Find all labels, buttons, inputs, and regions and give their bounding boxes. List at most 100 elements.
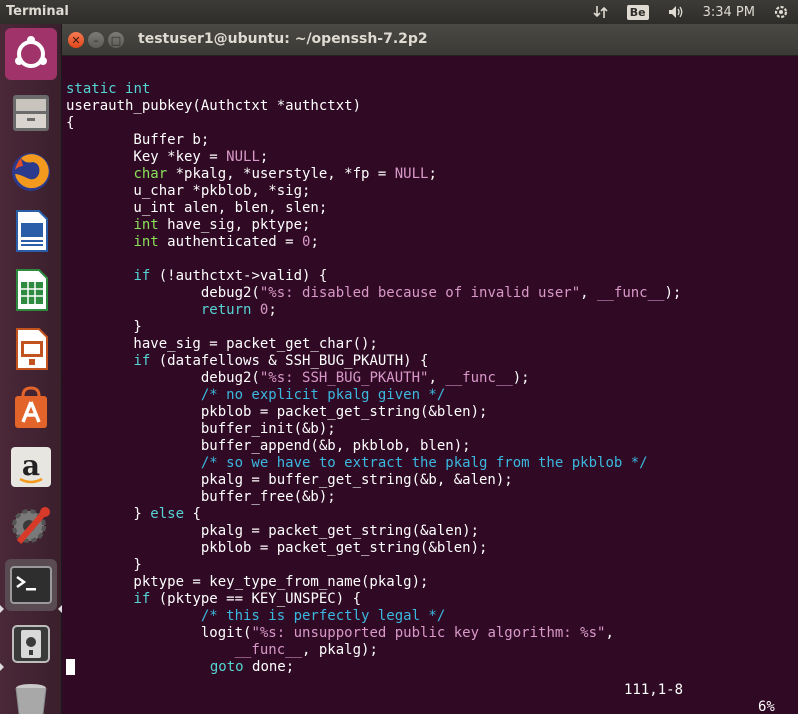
close-button[interactable]: ✕ [68,32,84,48]
code-token: debug2( [66,370,260,386]
code-token: buffer_append(&b, pkblob, blen); [66,438,471,454]
code-token: NULL [226,149,260,165]
code-token: } [66,506,151,522]
code-token: ; [428,166,437,182]
code-line: debug2("%s: disabled because of invalid … [66,285,794,302]
firefox-icon[interactable] [5,146,57,198]
code-line: __func__, pkalg); [66,642,794,659]
code-line: } [66,557,794,574]
code-line: { [66,115,794,132]
keyboard-layout-indicator[interactable]: Be [626,4,649,20]
window-title: testuser1@ubuntu: ~/openssh-7.2p2 [138,31,428,47]
code-line: pkblob = packet_get_string(&blen); [66,404,794,421]
code-line: char *pkalg, *userstyle, *fp = NULL; [66,166,794,183]
code-token: pkalg = buffer_get_string(&b, &alen); [66,472,513,488]
code-token: pkalg = packet_get_string(&alen); [66,523,480,539]
code-token: , [580,285,598,301]
svg-text:a: a [22,449,40,482]
code-line: pkblob = packet_get_string(&blen); [66,540,794,557]
clock[interactable]: 3:34 PM [703,5,755,20]
code-token: ; [310,234,319,250]
code-line: if (pktype == KEY_UNSPEC) { [66,591,794,608]
code-line: if (datafellows & SSH_BUG_PKAUTH) { [66,353,794,370]
code-token: pktype = key_type_from_name(pkalg); [66,574,429,590]
code-token: debug2( [66,285,260,301]
disk-icon[interactable] [5,618,57,670]
code-token: , pkalg); [302,642,378,658]
code-token: Buffer b; [66,132,210,148]
code-token: NULL [394,166,429,182]
code-line: pktype = key_type_from_name(pkalg); [66,574,794,591]
code-line: Key *key = NULL; [66,149,794,166]
code-token: if [133,268,151,284]
network-icon[interactable] [593,4,609,20]
code-token: { [184,506,201,522]
code-line: u_char *pkblob, *sig; [66,183,794,200]
code-line: } else { [66,506,794,523]
code-token: } [66,557,142,573]
amazon-icon[interactable]: a [5,441,57,493]
code-token: ; [259,149,269,165]
code-token: if [133,353,151,369]
code-token: (!authctxt->valid) { [150,268,328,284]
code-token: /* no explicit pkalg given */ [200,387,446,403]
code-token: pkblob = packet_get_string(&blen); [66,540,488,556]
code-line: u_int alen, blen, slen; [66,200,794,217]
code-token: int [125,81,151,97]
code-token: else [150,506,185,522]
system-settings-icon[interactable] [5,500,57,552]
vim-status-line: 111,1-8 6% [66,665,794,714]
code-token: buffer_init(&b); [66,421,336,437]
code-line: /* so we have to extract the pkalg from … [66,455,794,472]
code-line: buffer_append(&b, pkblob, blen); [66,438,794,455]
code-token: int [133,234,159,250]
code-token: authenticated = [158,234,303,250]
code-token: "%s: SSH_BUG_PKAUTH" [259,370,429,386]
libreoffice-writer-icon[interactable] [5,205,57,257]
code-token: ; [268,302,277,318]
files-icon[interactable] [5,87,57,139]
code-token: logit( [66,625,252,641]
code-token: char [133,166,168,182]
trash-icon[interactable] [5,674,57,714]
gear-icon[interactable] [773,4,789,20]
terminal-icon[interactable] [5,559,57,611]
code-token: } [66,319,142,335]
code-token: *pkalg, *userstyle, *fp = [167,166,395,182]
libreoffice-calc-icon[interactable] [5,264,57,316]
minimize-button[interactable]: – [88,32,104,48]
volume-icon[interactable] [667,4,685,20]
code-line: Buffer b; [66,132,794,149]
terminal-content[interactable]: static int userauth_pubkey(Authctxt *auth… [66,64,794,709]
code-token: u_int alen, blen, slen; [66,200,328,216]
code-token: pkblob = packet_get_string(&blen); [66,404,488,420]
maximize-button[interactable]: □ [108,32,124,48]
code-line: /* no explicit pkalg given */ [66,387,794,404]
top-panel: Terminal Be 3:34 PM [0,0,798,24]
code-line: return 0; [66,302,794,319]
code-token: "%s: disabled because of invalid user" [259,285,581,301]
code-token: "%s: unsupported public key algorithm: %… [251,625,606,641]
ubuntu-software-icon[interactable] [5,382,57,434]
window-titlebar[interactable]: ✕ – □ testuser1@ubuntu: ~/openssh-7.2p2 [62,24,798,56]
running-indicator-icon [0,605,4,613]
code-line: buffer_free(&b); [66,489,794,506]
code-token: (datafellows & SSH_BUG_PKAUTH) { [150,353,429,369]
code-token: return [200,302,252,318]
code-line: pkalg = buffer_get_string(&b, &alen); [66,472,794,489]
ubuntu-dash-icon[interactable] [5,28,57,80]
code-token: have_sig, pktype; [158,217,311,233]
libreoffice-impress-icon[interactable] [5,323,57,375]
code-line: static int [66,81,794,98]
code-token: (pktype == KEY_UNSPEC) { [150,591,362,607]
cursor-position: 111,1-8 [624,682,684,698]
code-line: logit("%s: unsupported public key algori… [66,625,794,642]
